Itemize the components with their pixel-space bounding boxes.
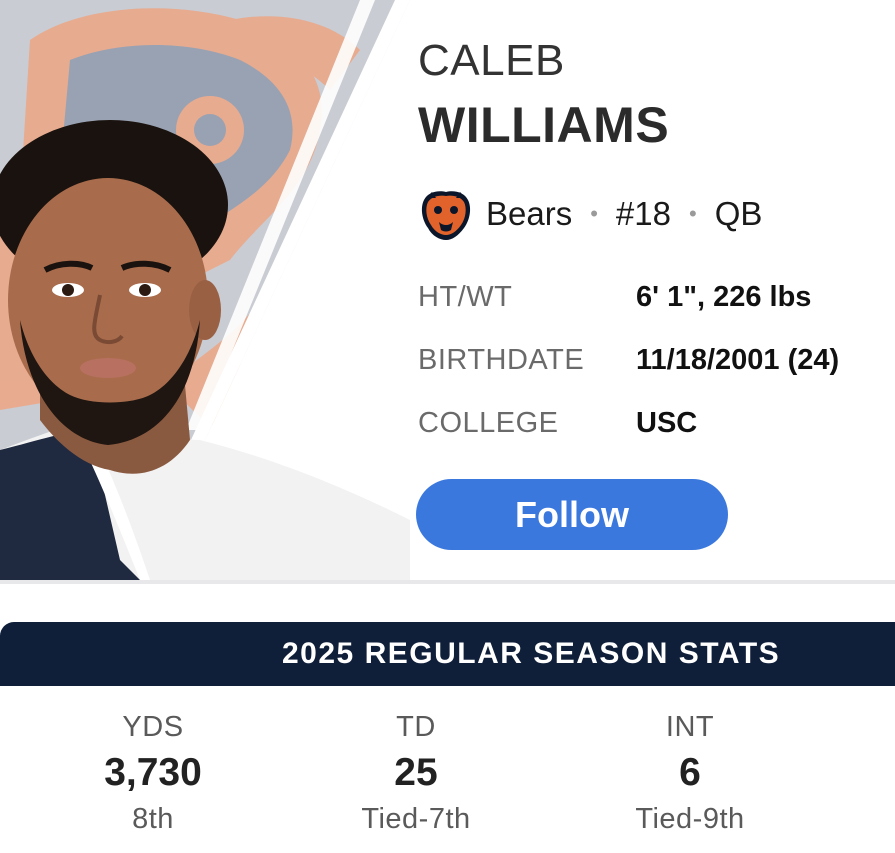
stat-value: 3,730 <box>104 751 202 794</box>
follow-button[interactable]: Follow <box>416 479 728 550</box>
stats-header: 2025 REGULAR SEASON STATS <box>0 622 895 686</box>
info-label: BIRTHDATE <box>418 343 585 376</box>
stat-value: 6 <box>679 751 701 794</box>
info-label: HT/WT <box>418 280 513 313</box>
stat-interceptions: INT 6 Tied-9th <box>540 706 840 840</box>
stat-rank: Tied-7th <box>361 803 471 835</box>
separator-dot: • <box>590 201 598 226</box>
stat-value: 25 <box>394 751 438 794</box>
stats-header-title: 2025 REGULAR SEASON STATS <box>282 637 781 670</box>
info-row-college: COLLEGE USC <box>418 403 697 443</box>
stat-touchdowns: TD 25 Tied-7th <box>266 706 566 840</box>
jersey-number: #18 <box>615 195 671 232</box>
player-first-name: CALEB <box>418 36 565 85</box>
section-divider <box>0 580 895 584</box>
stat-label: TD <box>396 711 436 743</box>
info-value: 6' 1", 226 lbs <box>636 280 812 313</box>
player-last-name: WILLIAMS <box>418 97 670 153</box>
team-name[interactable]: Bears <box>486 195 572 233</box>
stat-label: INT <box>665 711 715 743</box>
info-row-birthdate: BIRTHDATE 11/18/2001 (24) <box>418 340 839 380</box>
info-row-height-weight: HT/WT 6' 1", 226 lbs <box>418 277 811 317</box>
player-position: QB <box>714 195 763 232</box>
team-info-row: Bears • #18 • QB <box>418 186 762 242</box>
info-label: COLLEGE <box>418 406 559 439</box>
player-headshot-image <box>0 0 410 580</box>
stat-yards: YDS 3,730 8th <box>3 706 303 840</box>
info-value: USC <box>636 406 698 439</box>
stat-rank: 8th <box>132 803 174 835</box>
bears-logo-icon[interactable] <box>418 186 474 242</box>
stat-rank: Tied-9th <box>635 803 745 835</box>
info-value: 11/18/2001 (24) <box>636 343 840 376</box>
player-photo <box>0 0 410 580</box>
stat-label: YDS <box>122 711 184 743</box>
separator-dot: • <box>688 201 697 226</box>
player-hero: CALEB WILLIAMS Bears • #18 • QB HT/WT 6'… <box>0 0 895 580</box>
